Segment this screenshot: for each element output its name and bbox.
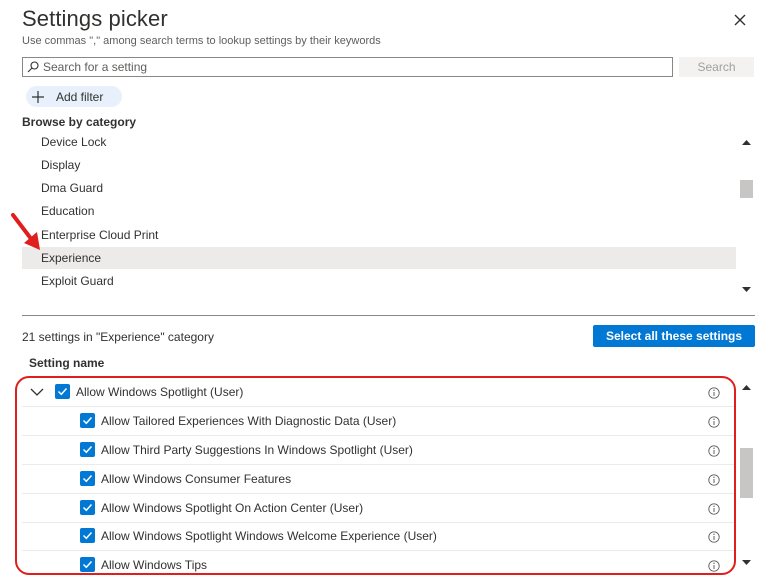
add-filter-button[interactable]: Add filter <box>26 86 122 107</box>
info-icon[interactable] <box>708 503 720 515</box>
info-icon[interactable] <box>708 474 720 486</box>
setting-checkbox[interactable] <box>80 528 95 543</box>
close-icon <box>734 14 746 26</box>
setting-label: Allow Windows Spotlight On Action Center… <box>101 501 364 515</box>
info-icon[interactable] <box>708 387 720 399</box>
setting-row: Allow Windows Consumer Features <box>22 465 736 494</box>
setting-row: Allow Windows Spotlight Windows Welcome … <box>22 522 736 551</box>
setting-checkbox[interactable] <box>80 500 95 515</box>
checkmark-icon <box>82 560 93 569</box>
info-icon[interactable] <box>708 416 720 428</box>
settings-list: Allow Windows Spotlight (User) Allow Tai… <box>22 378 736 574</box>
checkmark-icon <box>82 416 93 425</box>
scroll-up-icon[interactable] <box>742 139 751 146</box>
setting-checkbox[interactable] <box>80 471 95 486</box>
category-item[interactable]: Dma Guard <box>22 177 736 199</box>
select-all-button[interactable]: Select all these settings <box>593 325 755 347</box>
info-icon[interactable] <box>708 560 720 572</box>
settings-count: 21 settings in "Experience" category <box>22 330 214 344</box>
category-item[interactable]: Exploit Guard <box>22 270 736 292</box>
checkmark-icon <box>82 503 93 512</box>
browse-heading: Browse by category <box>22 115 137 129</box>
scroll-down-icon[interactable] <box>742 286 751 293</box>
setting-checkbox[interactable] <box>80 557 95 572</box>
category-item[interactable]: Display <box>22 154 736 176</box>
setting-label: Allow Third Party Suggestions In Windows… <box>101 443 413 457</box>
setting-checkbox[interactable] <box>80 413 95 428</box>
plus-icon <box>32 90 44 103</box>
close-button[interactable] <box>730 10 750 30</box>
category-item-selected[interactable]: Experience <box>22 247 736 269</box>
column-header-setting-name: Setting name <box>29 356 105 370</box>
search-icon <box>27 61 39 73</box>
checkmark-icon <box>82 445 93 454</box>
search-field[interactable] <box>22 57 673 77</box>
search-input[interactable] <box>43 60 643 74</box>
checkmark-icon <box>57 387 68 396</box>
checkmark-icon <box>82 531 93 540</box>
category-list: Device Lock Display Dma Guard Education … <box>22 131 736 301</box>
scrollbar-thumb[interactable] <box>740 180 753 198</box>
setting-row: Allow Third Party Suggestions In Windows… <box>22 436 736 465</box>
settings-scrollbar[interactable] <box>738 378 755 572</box>
setting-label: Allow Windows Spotlight (User) <box>76 385 244 399</box>
page-title: Settings picker <box>22 6 168 31</box>
setting-checkbox[interactable] <box>55 384 70 399</box>
add-filter-label: Add filter <box>56 89 104 104</box>
category-scrollbar[interactable] <box>738 133 755 299</box>
setting-row-parent: Allow Windows Spotlight (User) <box>22 378 736 407</box>
info-icon[interactable] <box>708 445 720 457</box>
scroll-down-icon[interactable] <box>742 559 751 566</box>
category-item[interactable]: Device Lock <box>22 131 736 153</box>
checkmark-icon <box>82 474 93 483</box>
category-item[interactable]: Education <box>22 200 736 222</box>
info-icon[interactable] <box>708 531 720 543</box>
setting-row: Allow Windows Tips <box>22 551 736 574</box>
setting-row: Allow Windows Spotlight On Action Center… <box>22 494 736 523</box>
section-divider <box>22 315 755 316</box>
scrollbar-thumb[interactable] <box>740 448 753 498</box>
chevron-down-icon[interactable] <box>30 385 44 399</box>
search-button[interactable]: Search <box>679 57 754 77</box>
setting-label: Allow Windows Spotlight Windows Welcome … <box>101 529 437 543</box>
page-subtitle: Use commas "," among search terms to loo… <box>22 35 381 47</box>
setting-label: Allow Windows Tips <box>101 558 208 572</box>
scroll-up-icon[interactable] <box>742 384 751 391</box>
setting-checkbox[interactable] <box>80 442 95 457</box>
category-item[interactable]: Enterprise Cloud Print <box>22 224 736 246</box>
setting-label: Allow Tailored Experiences With Diagnost… <box>101 414 397 428</box>
setting-row: Allow Tailored Experiences With Diagnost… <box>22 407 736 436</box>
setting-label: Allow Windows Consumer Features <box>101 472 292 486</box>
